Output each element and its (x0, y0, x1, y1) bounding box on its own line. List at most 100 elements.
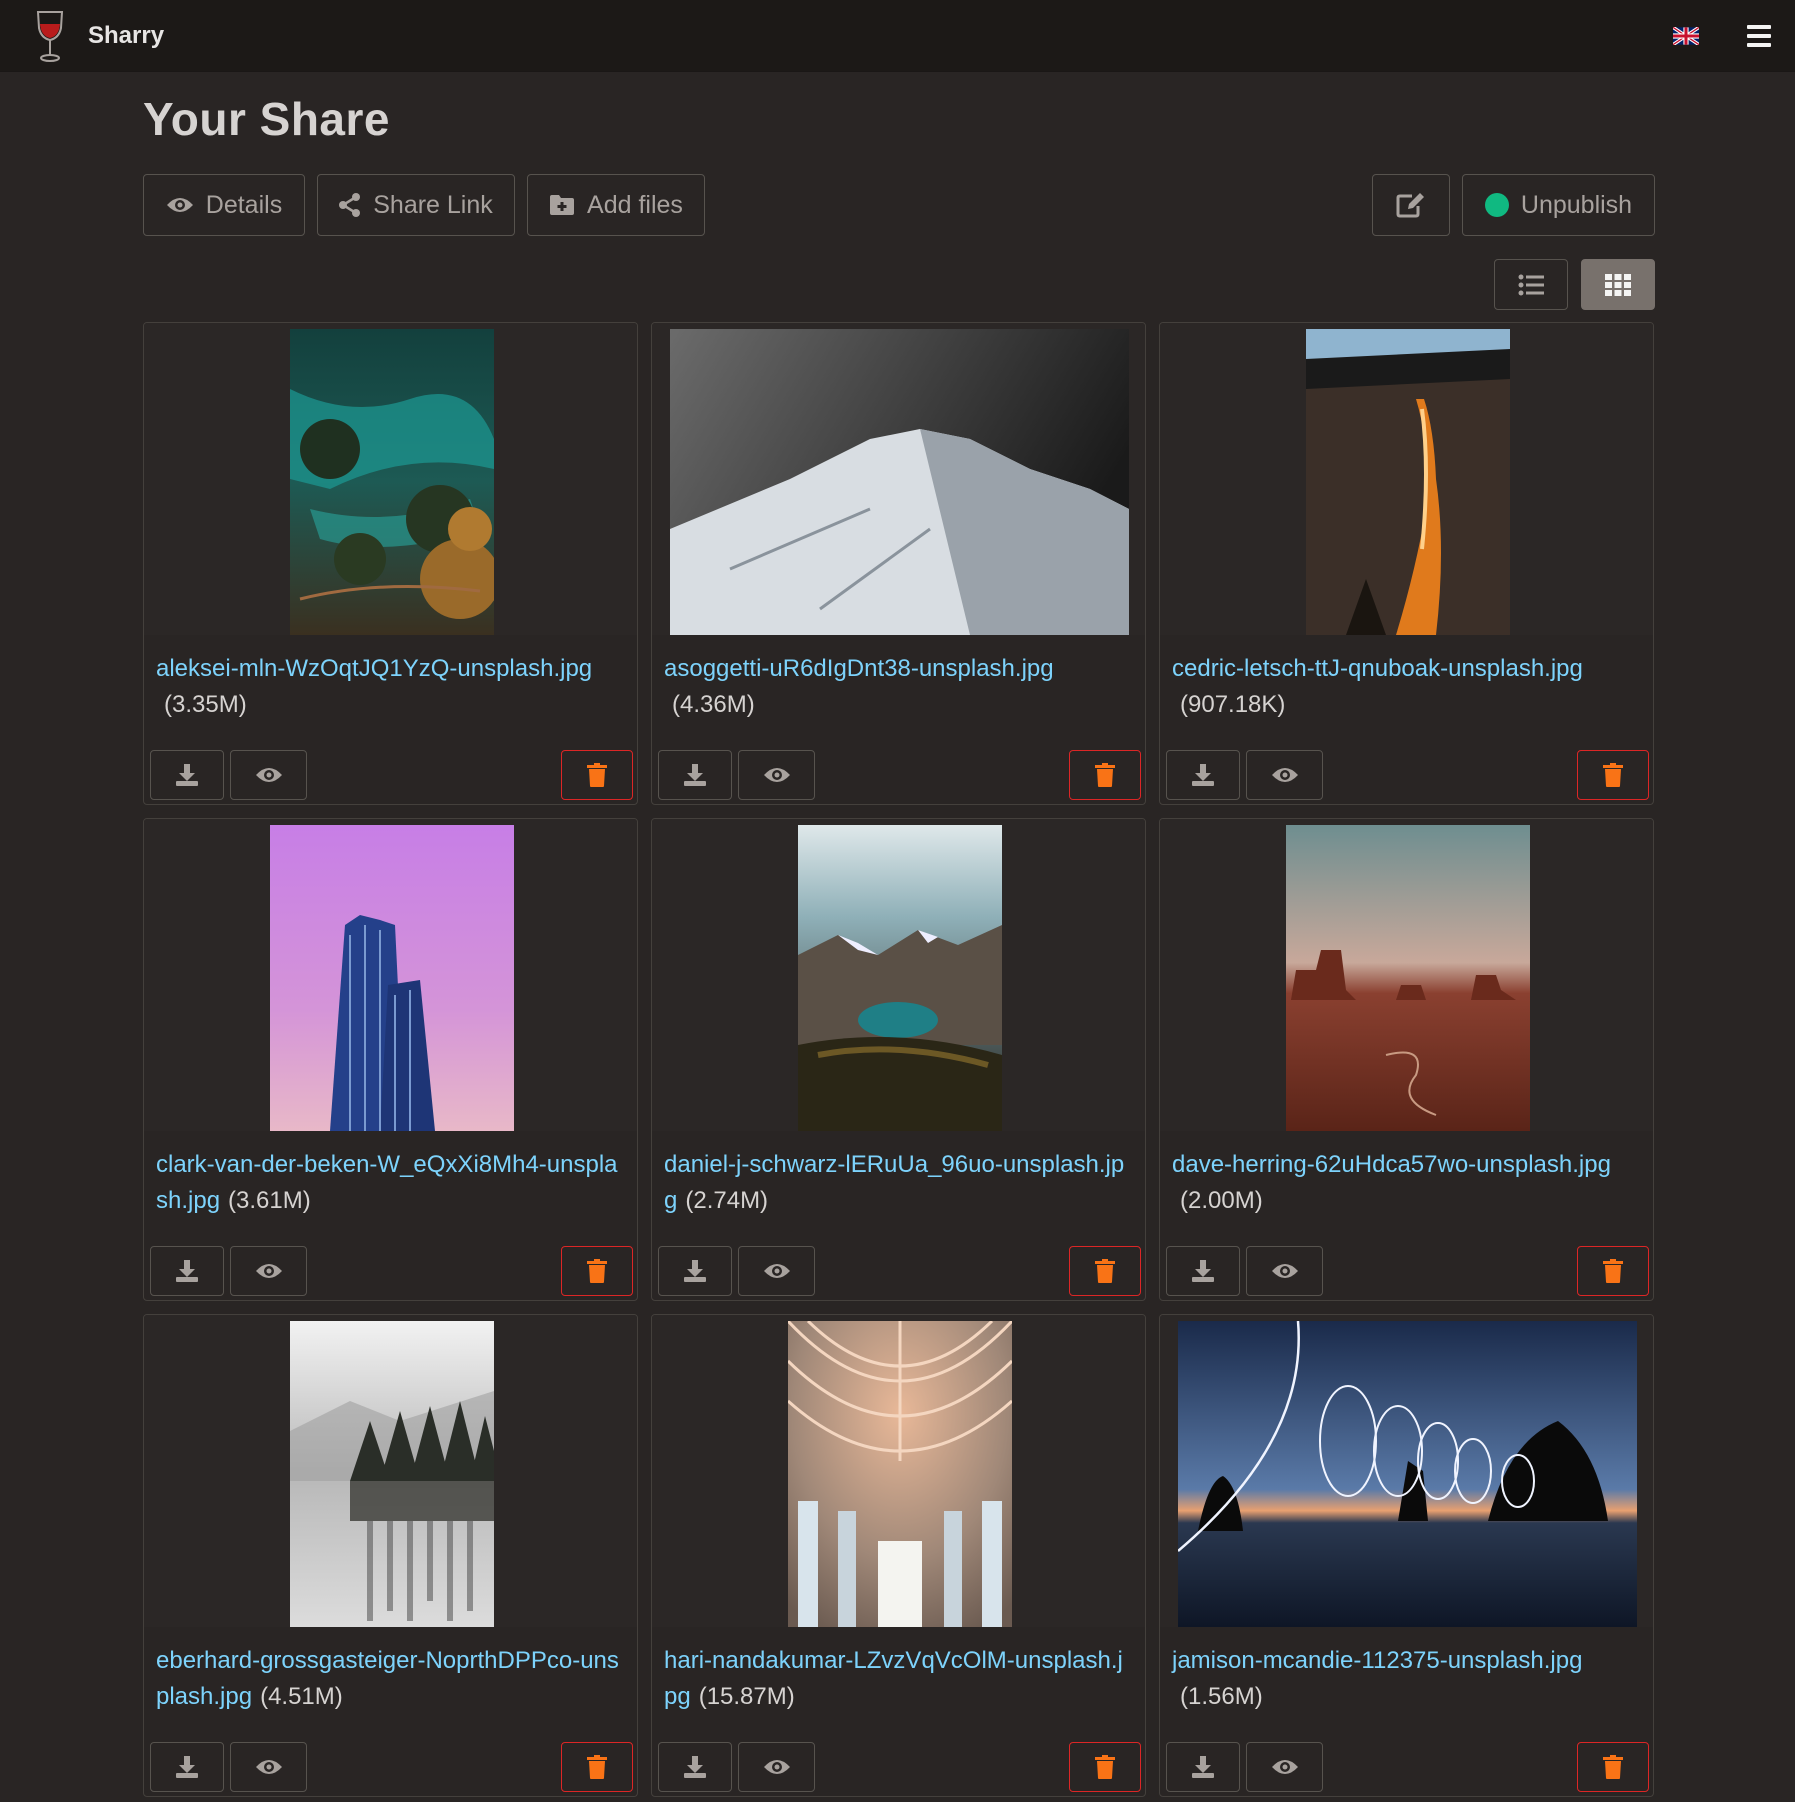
download-icon (684, 764, 706, 786)
thumbnail-area (652, 819, 1145, 1131)
file-size: (907.18K) (1180, 691, 1286, 718)
details-button[interactable]: Details (143, 174, 305, 236)
unpublish-label: Unpublish (1520, 190, 1633, 219)
hamburger-menu-icon[interactable] (1747, 25, 1771, 47)
top-navbar: Sharry (0, 0, 1795, 72)
eye-icon (763, 1264, 790, 1278)
file-name-link[interactable]: eberhard-grossgasteiger-NoprthDPPco-unsp… (156, 1647, 619, 1710)
trash-icon (587, 1259, 607, 1283)
eye-icon (1271, 1760, 1298, 1774)
delete-button[interactable] (1577, 750, 1649, 800)
file-size: (1.56M) (1180, 1683, 1263, 1710)
file-name-link[interactable]: dave-herring-62uHdca57wo-unsplash.jpg (1172, 1151, 1611, 1178)
file-name-link[interactable]: cedric-letsch-ttJ-qnuboak-unsplash.jpg (1172, 655, 1583, 682)
file-thumbnail-image[interactable] (670, 329, 1129, 635)
preview-button[interactable] (1246, 750, 1323, 800)
preview-button[interactable] (1246, 1246, 1323, 1296)
file-size: (2.00M) (1180, 1187, 1263, 1214)
file-size: (15.87M) (698, 1683, 795, 1710)
grid-icon (1605, 273, 1631, 296)
app-name: Sharry (88, 21, 165, 49)
grid-view-toggle[interactable] (1581, 259, 1655, 310)
thumbnail-area (144, 323, 637, 635)
file-name-link[interactable]: asoggetti-uR6dIgDnt38-unsplash.jpg (664, 655, 1054, 682)
add-files-button[interactable]: Add files (527, 174, 705, 236)
eye-icon (166, 198, 193, 212)
file-thumbnail-image[interactable] (797, 825, 1002, 1131)
thumbnail-area (652, 323, 1145, 635)
file-thumbnail-image[interactable] (289, 329, 494, 635)
delete-button[interactable] (1069, 1742, 1141, 1792)
trash-icon (1095, 1259, 1115, 1283)
edit-button[interactable] (1372, 174, 1450, 236)
share-link-button[interactable]: Share Link (317, 174, 515, 236)
download-button[interactable] (658, 1246, 732, 1296)
thumbnail-area (652, 1315, 1145, 1627)
file-size: (3.35M) (164, 691, 247, 718)
download-icon (1192, 764, 1214, 786)
trash-icon (1603, 763, 1623, 787)
list-view-toggle[interactable] (1494, 259, 1568, 310)
preview-button[interactable] (230, 750, 307, 800)
uk-flag-language-icon[interactable] (1673, 27, 1699, 45)
download-button[interactable] (658, 750, 732, 800)
thumbnail-area (1160, 819, 1653, 1131)
download-icon (176, 1260, 198, 1282)
file-thumbnail-image[interactable] (269, 825, 514, 1131)
download-button[interactable] (1166, 1246, 1240, 1296)
eye-icon (1271, 768, 1298, 782)
share-icon (339, 193, 361, 217)
download-button[interactable] (1166, 1742, 1240, 1792)
preview-button[interactable] (738, 1742, 815, 1792)
preview-button[interactable] (738, 750, 815, 800)
download-icon (684, 1260, 706, 1282)
download-icon (1192, 1756, 1214, 1778)
unpublish-button[interactable]: Unpublish (1462, 174, 1655, 236)
eye-icon (255, 1264, 282, 1278)
file-card: dave-herring-62uHdca57wo-unsplash.jpg (2.… (1159, 818, 1654, 1301)
file-thumbnail-image[interactable] (1285, 825, 1530, 1131)
preview-button[interactable] (738, 1246, 815, 1296)
file-name-link[interactable]: aleksei-mln-WzOqtJQ1YzQ-unsplash.jpg (156, 655, 592, 682)
file-thumbnail-image[interactable] (1305, 329, 1510, 635)
delete-button[interactable] (561, 1742, 633, 1792)
published-status-dot-icon (1484, 193, 1509, 217)
add-files-label: Add files (587, 190, 683, 219)
download-icon (684, 1756, 706, 1778)
file-card: hari-nandakumar-LZvzVqVcOlM-unsplash.jpg… (651, 1314, 1146, 1797)
download-icon (176, 764, 198, 786)
file-thumbnail-image[interactable] (289, 1321, 494, 1627)
file-name-link[interactable]: jamison-mcandie-112375-unsplash.jpg (1172, 1647, 1582, 1674)
delete-button[interactable] (561, 750, 633, 800)
delete-button[interactable] (1577, 1246, 1649, 1296)
file-name-link[interactable]: clark-van-der-beken-W_eQxXi8Mh4-unsplash… (156, 1151, 618, 1214)
download-button[interactable] (150, 1246, 224, 1296)
file-card: asoggetti-uR6dIgDnt38-unsplash.jpg (4.36M… (651, 322, 1146, 805)
download-button[interactable] (150, 750, 224, 800)
download-button[interactable] (1166, 750, 1240, 800)
file-card: cedric-letsch-ttJ-qnuboak-unsplash.jpg (9… (1159, 322, 1654, 805)
wine-glass-logo-icon (36, 10, 64, 62)
preview-button[interactable] (230, 1742, 307, 1792)
preview-button[interactable] (1246, 1742, 1323, 1792)
file-card: jamison-mcandie-112375-unsplash.jpg (1.56… (1159, 1314, 1654, 1797)
eye-icon (255, 1760, 282, 1774)
trash-icon (587, 1755, 607, 1779)
delete-button[interactable] (1577, 1742, 1649, 1792)
brand-home-link[interactable]: Sharry (32, 8, 164, 64)
preview-button[interactable] (230, 1246, 307, 1296)
download-button[interactable] (150, 1742, 224, 1792)
trash-icon (587, 763, 607, 787)
file-card: daniel-j-schwarz-lERuUa_96uo-unsplash.jp… (651, 818, 1146, 1301)
file-thumbnail-image[interactable] (1178, 1321, 1637, 1627)
trash-icon (1603, 1259, 1623, 1283)
share-link-label: Share Link (373, 190, 493, 219)
delete-button[interactable] (1069, 750, 1141, 800)
eye-icon (255, 768, 282, 782)
details-label: Details (205, 190, 283, 219)
file-thumbnail-image[interactable] (787, 1321, 1012, 1627)
eye-icon (763, 1760, 790, 1774)
download-button[interactable] (658, 1742, 732, 1792)
delete-button[interactable] (1069, 1246, 1141, 1296)
delete-button[interactable] (561, 1246, 633, 1296)
